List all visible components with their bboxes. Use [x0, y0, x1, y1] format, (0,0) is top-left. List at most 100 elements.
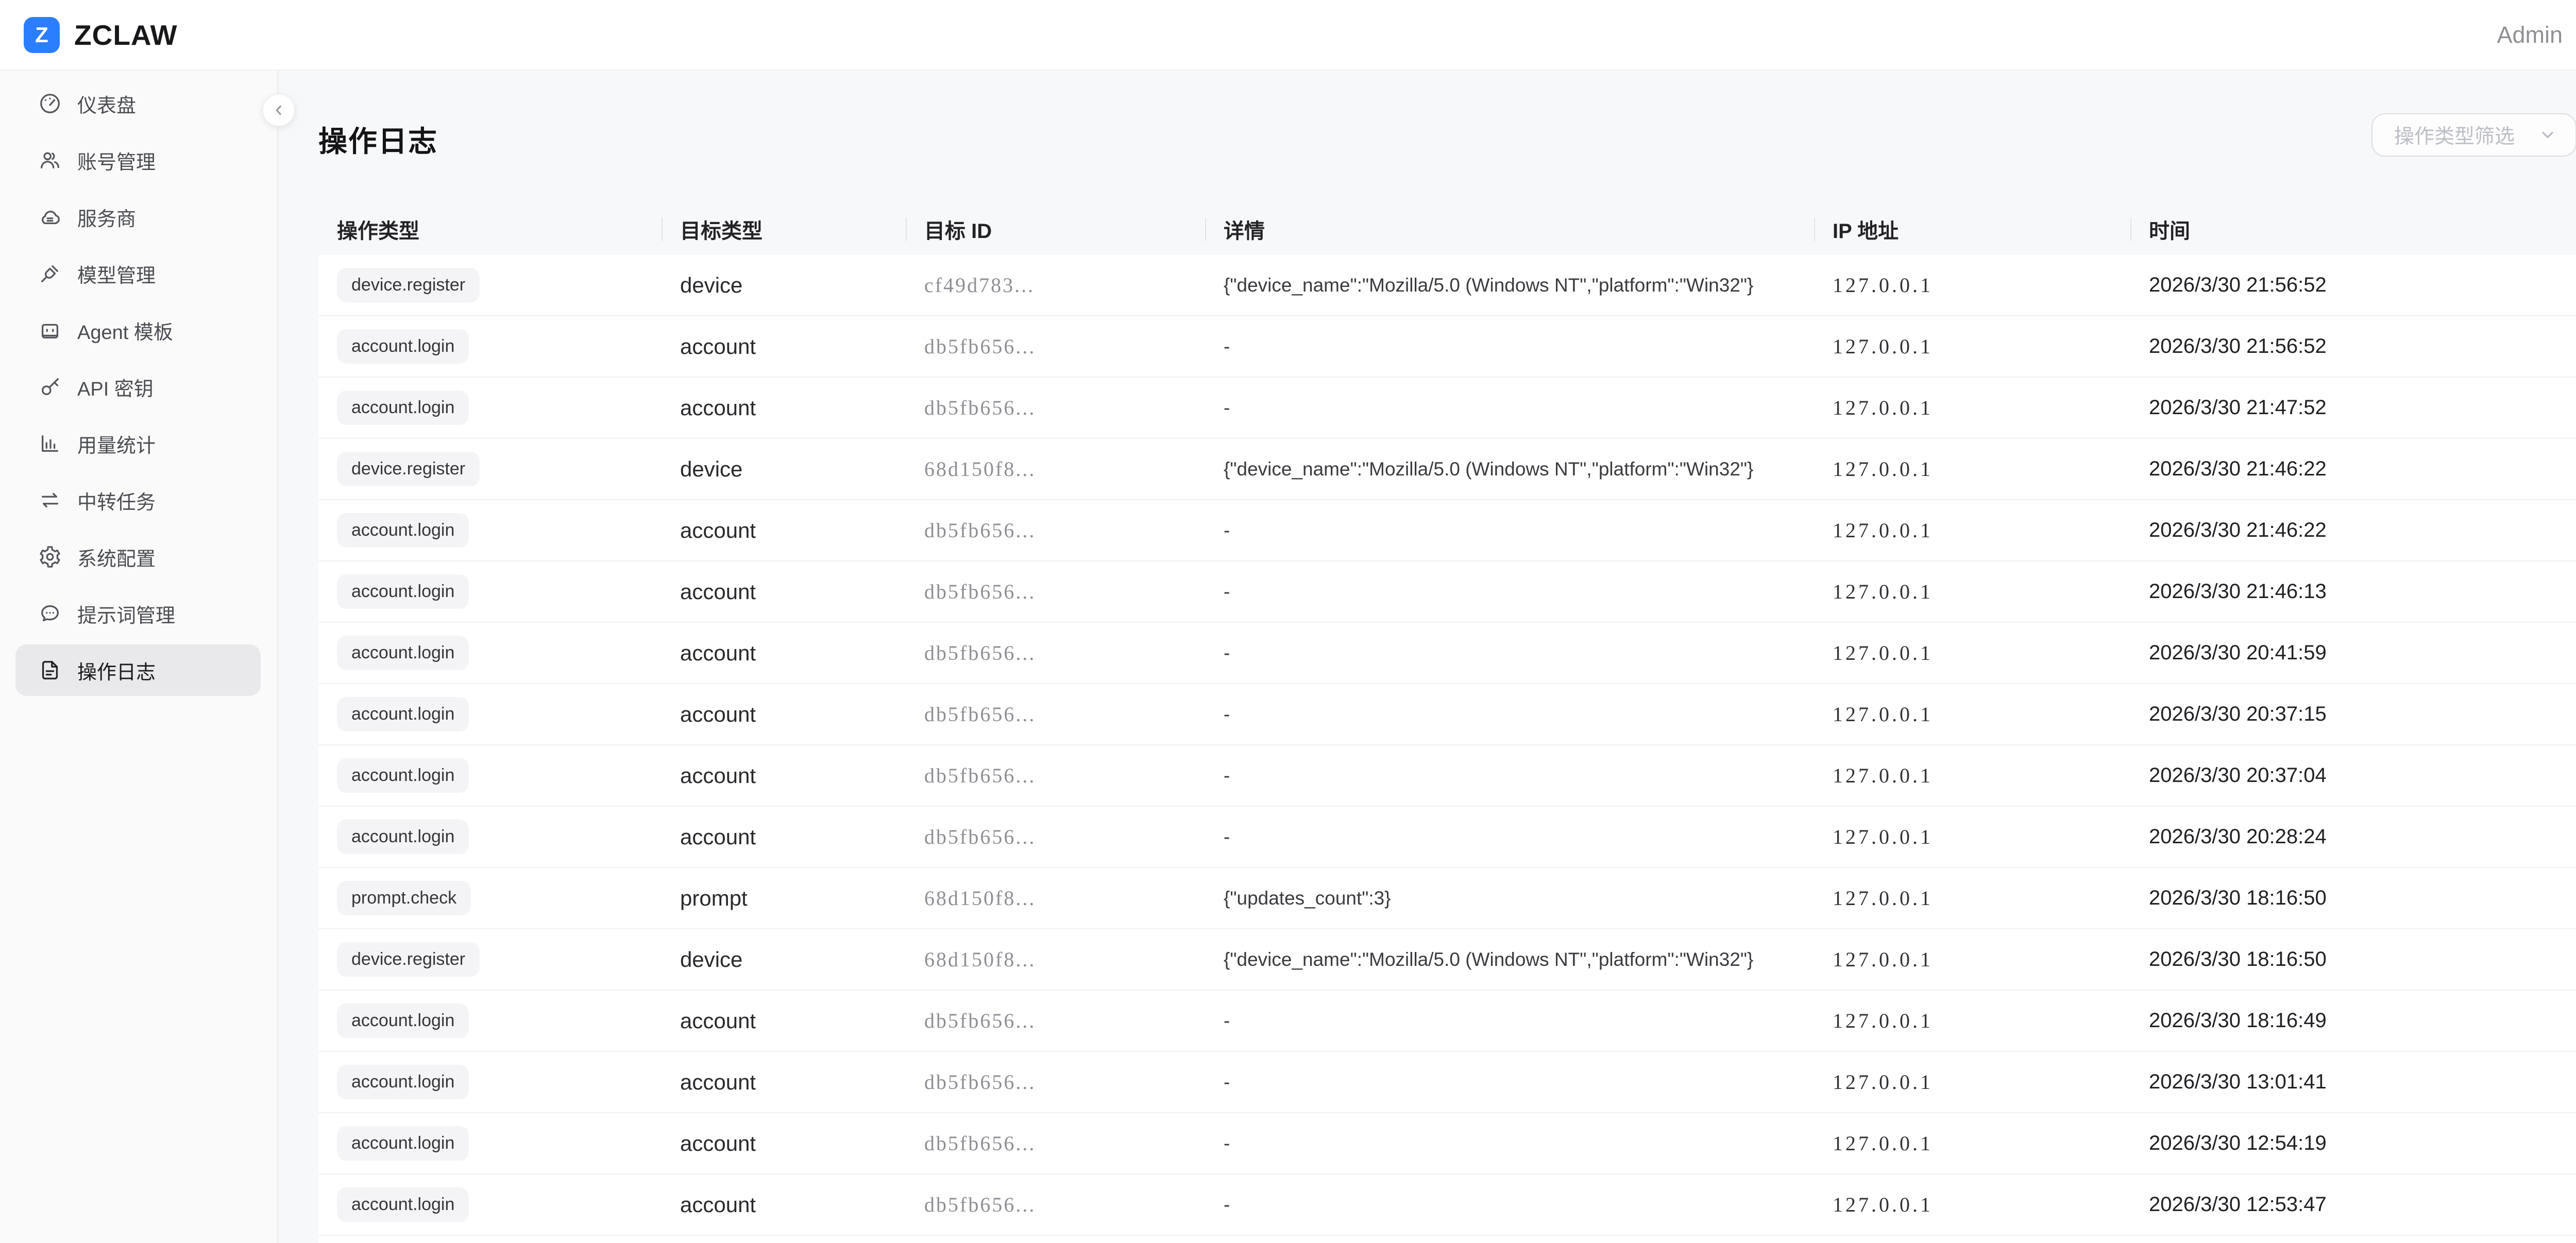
ip-address-cell: 127.0.0.1 [1814, 580, 2130, 604]
target-id-cell: db5fb656... [906, 1131, 1205, 1155]
action-cell: account.login [318, 820, 662, 854]
time-cell: 2026/3/30 20:28:24 [2130, 825, 2576, 848]
time-cell: 2026/3/30 21:56:52 [2130, 335, 2576, 358]
sidebar-item-label: 中转任务 [77, 486, 156, 515]
detail-cell: - [1205, 1010, 1814, 1032]
target-id-cell: cf49d783... [906, 273, 1205, 297]
brand-logo-icon: Z [24, 17, 60, 53]
sidebar-nav: 仪表盘账号管理服务商模型管理Agent 模板 API 密钥用量统计中转任务系统配置… [0, 71, 278, 1243]
target-id-cell: db5fb656... [906, 1070, 1205, 1094]
ip-address-cell: 127.0.0.1 [1814, 457, 2130, 481]
sidebar-item-accounts[interactable]: 账号管理 [15, 134, 261, 186]
sidebar-item-dashboard[interactable]: 仪表盘 [15, 78, 261, 129]
ip-address-cell: 127.0.0.1 [1814, 396, 2130, 420]
time-cell: 2026/3/30 18:16:50 [2130, 887, 2576, 910]
target-type-cell: prompt [662, 886, 906, 911]
operation-type-badge: device.register [337, 942, 480, 977]
target-id-cell: db5fb656... [906, 580, 1205, 604]
sidebar-item-relay-tasks[interactable]: 中转任务 [15, 474, 261, 526]
target-type-cell: account [662, 702, 906, 727]
table-row: account.loginaccountdb5fb656...-127.0.0.… [318, 1174, 2576, 1236]
detail-cell: - [1205, 704, 1814, 725]
column-header-target-id: 目标 ID [906, 203, 1205, 255]
table-row: account.loginaccountdb5fb656...-127.0.0.… [318, 807, 2576, 868]
gear-icon [38, 545, 62, 569]
detail-cell: {"device_name":"Mozilla/5.0 (Windows NT"… [1205, 275, 1814, 296]
target-id-cell: db5fb656... [906, 763, 1205, 788]
table-row: device.registerdevice68d150f8...{"device… [318, 929, 2576, 991]
column-header-time: 时间 [2130, 203, 2576, 255]
ip-address-cell: 127.0.0.1 [1814, 641, 2130, 665]
sidebar-item-models[interactable]: 模型管理 [15, 248, 261, 299]
table-row: account.loginaccountdb5fb656...-127.0.0.… [318, 623, 2576, 684]
target-type-cell: account [662, 334, 906, 359]
ip-address-cell: 127.0.0.1 [1814, 1070, 2130, 1094]
brand-logo-letter: Z [35, 23, 48, 47]
ip-address-cell: 127.0.0.1 [1814, 1131, 2130, 1155]
target-id-cell: db5fb656... [906, 702, 1205, 726]
sidebar-item-label: 服务商 [77, 203, 136, 231]
time-cell: 2026/3/30 13:01:41 [2130, 1070, 2576, 1094]
detail-cell: - [1205, 581, 1814, 603]
sidebar-item-providers[interactable]: 服务商 [15, 191, 261, 243]
sidebar-collapse-button[interactable] [263, 94, 295, 126]
target-type-cell: account [662, 1131, 906, 1156]
target-id-cell: db5fb656... [906, 334, 1205, 359]
table-row: account.loginaccountdb5fb656...-127.0.0.… [318, 316, 2576, 378]
target-type-cell: account [662, 1193, 906, 1217]
page-title: 操作日志 [318, 118, 2576, 160]
detail-cell: - [1205, 336, 1814, 357]
operation-type-badge: account.login [337, 574, 469, 609]
sidebar-item-label: 操作日志 [77, 656, 156, 685]
filter-placeholder: 操作类型筛选 [2394, 121, 2538, 149]
time-cell: 2026/3/30 12:53:47 [2130, 1193, 2576, 1216]
key-icon [38, 375, 62, 399]
table-row: account.loginaccountdb5fb656...-127.0.0.… [318, 1052, 2576, 1113]
target-type-cell: account [662, 1070, 906, 1095]
bar-chart-icon [38, 432, 62, 455]
ip-address-cell: 127.0.0.1 [1814, 886, 2130, 910]
table-row: account.loginaccountdb5fb656...-127.0.0.… [318, 378, 2576, 439]
sidebar-item-agent-templates[interactable]: Agent 模板 [15, 304, 261, 356]
target-type-cell: device [662, 457, 906, 482]
table-body: device.registerdevicecf49d783...{"device… [318, 255, 2576, 1243]
sidebar-item-system-config[interactable]: 系统配置 [15, 531, 261, 583]
column-header-action: 操作类型 [318, 203, 662, 255]
sidebar-item-label: API 密钥 [77, 373, 154, 401]
target-id-cell: 68d150f8... [906, 886, 1205, 910]
action-cell: account.login [318, 574, 662, 609]
operation-type-badge: account.login [337, 1187, 469, 1222]
time-cell: 2026/3/30 21:46:22 [2130, 457, 2576, 481]
detail-cell: - [1205, 826, 1814, 848]
detail-cell: - [1205, 1194, 1814, 1216]
sidebar-item-operation-logs[interactable]: 操作日志 [15, 644, 261, 696]
cloud-icon [38, 205, 62, 229]
sidebar-item-prompts[interactable]: 提示词管理 [15, 588, 261, 639]
table-row: account.loginaccountdb5fb656...-127.0.0.… [318, 1113, 2576, 1174]
sidebar-item-label: 账号管理 [77, 146, 156, 175]
time-cell: 2026/3/30 20:37:15 [2130, 703, 2576, 726]
admin-user-label[interactable]: Admin [2497, 22, 2563, 48]
action-cell: account.login [318, 329, 662, 364]
ip-address-cell: 127.0.0.1 [1814, 825, 2130, 849]
sidebar-item-usage-stats[interactable]: 用量统计 [15, 418, 261, 469]
detail-cell: {"device_name":"Mozilla/5.0 (Windows NT"… [1205, 949, 1814, 970]
table-row: prompt.checkprompt68d150f8...{"updates_c… [318, 868, 2576, 929]
operation-type-badge: account.login [337, 758, 469, 793]
time-cell: 2026/3/30 20:41:59 [2130, 641, 2576, 665]
time-cell: 2026/3/30 18:16:50 [2130, 948, 2576, 971]
operation-type-filter-select[interactable]: 操作类型筛选 [2371, 113, 2576, 157]
operation-type-badge: device.register [337, 452, 480, 486]
file-text-icon [38, 658, 62, 682]
column-header-ip: IP 地址 [1814, 203, 2130, 255]
target-id-cell: db5fb656... [906, 396, 1205, 420]
target-type-cell: account [662, 1009, 906, 1033]
sidebar-item-api-keys[interactable]: API 密钥 [15, 361, 261, 413]
action-cell: account.login [318, 636, 662, 670]
table-row: account.loginaccountdb5fb656...-127.0.0.… [318, 684, 2576, 745]
swap-icon [38, 488, 62, 512]
sidebar-item-label: 提示词管理 [77, 600, 175, 628]
action-cell: account.login [318, 1126, 662, 1161]
target-id-cell: db5fb656... [906, 825, 1205, 849]
action-cell: account.login [318, 758, 662, 793]
